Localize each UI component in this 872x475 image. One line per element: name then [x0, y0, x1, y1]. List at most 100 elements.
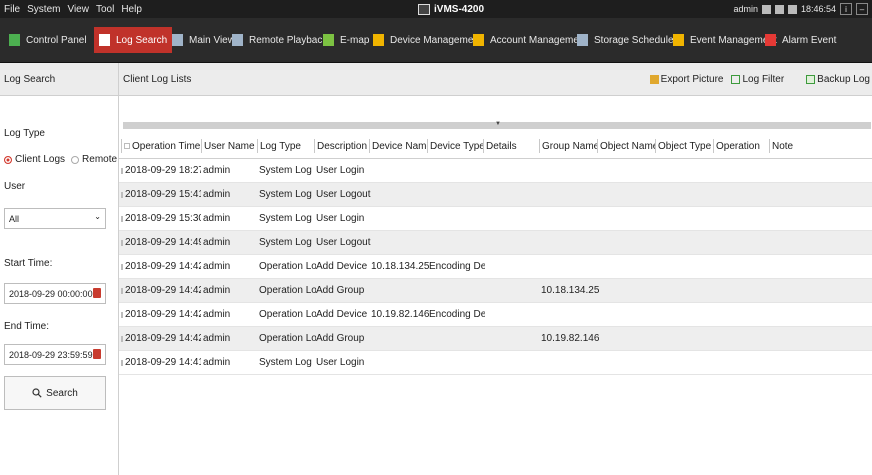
- toolbar-alarm-event[interactable]: Alarm Event: [760, 27, 841, 53]
- table-cell: 2018-09-29 14:42:59: [121, 327, 201, 350]
- table-cell-text: User Logout: [316, 237, 371, 248]
- column-header[interactable]: Device Type: [427, 139, 483, 153]
- log-filter-button[interactable]: Log Filter: [731, 74, 784, 85]
- select-all-checkbox[interactable]: [124, 143, 130, 149]
- row-checkbox[interactable]: [121, 287, 123, 294]
- calendar-icon[interactable]: [93, 288, 101, 298]
- row-checkbox[interactable]: [121, 239, 123, 246]
- row-checkbox[interactable]: [121, 167, 123, 174]
- table-header-row: Operation Time User Name Log Type Descripti…: [119, 133, 872, 159]
- collapse-arrow-icon[interactable]: ▼: [495, 121, 501, 127]
- menu-item-system[interactable]: System: [27, 4, 60, 15]
- column-header[interactable]: Description Inf...: [314, 139, 369, 153]
- start-time-value: 2018-09-29 00:00:00: [9, 288, 93, 299]
- menu-item-help[interactable]: Help: [121, 4, 142, 15]
- table-cell-text: System Log: [259, 189, 312, 200]
- table-row[interactable]: 2018-09-29 14:49:40admin System Log User L…: [119, 231, 872, 255]
- user-select[interactable]: All ⌄: [4, 208, 106, 229]
- chevron-down-icon[interactable]: ⌄: [94, 212, 101, 221]
- table-cell-text: Add Group: [316, 285, 365, 296]
- table-cell: admin: [203, 327, 259, 350]
- log-filter-icon: [731, 75, 741, 84]
- column-header-label: Device Type: [430, 140, 483, 152]
- table-cell-text: Add Device: [316, 261, 368, 272]
- start-time-field[interactable]: 2018-09-29 00:00:00: [4, 283, 106, 304]
- table-cell-text: admin: [203, 357, 231, 368]
- column-header[interactable]: Operation: [713, 139, 769, 153]
- event-management-icon: [673, 34, 684, 46]
- column-header-label: Object Type: [658, 140, 712, 152]
- remote-logs-radio[interactable]: [71, 155, 80, 164]
- table-cell-text: 2018-09-29 14:42:59: [125, 309, 201, 320]
- table-cell-text: Add Group: [316, 333, 365, 344]
- search-icon: [32, 388, 42, 398]
- table-row[interactable]: 2018-09-29 14:42:59admin Operation LogAdd…: [119, 303, 872, 327]
- table-cell-text: Operation Log: [259, 285, 316, 296]
- client-logs-radio[interactable]: [4, 155, 12, 164]
- table-cell: User Login: [316, 351, 371, 374]
- table-cell-text: 2018-09-29 14:42:59: [125, 261, 201, 272]
- info-icon[interactable]: i: [840, 3, 852, 15]
- row-checkbox[interactable]: [121, 311, 123, 318]
- menu-item-file[interactable]: File: [4, 4, 20, 15]
- table-cell: Operation Log: [259, 279, 316, 302]
- column-header[interactable]: Group Name: [539, 139, 597, 153]
- table-row[interactable]: 2018-09-29 14:42:59admin Operation LogAdd…: [119, 255, 872, 279]
- log-type-label: Log Type: [4, 128, 45, 139]
- table-row[interactable]: 2018-09-29 15:41:13admin System Log User L…: [119, 183, 872, 207]
- table-row[interactable]: 2018-09-29 14:42:59admin Operation LogAdd…: [119, 279, 872, 303]
- export-picture-button[interactable]: Export Picture: [649, 74, 723, 85]
- end-time-field[interactable]: 2018-09-29 23:59:59: [4, 344, 106, 365]
- row-checkbox[interactable]: [121, 335, 123, 342]
- toolbar-storage-schedule[interactable]: Storage Schedule: [572, 27, 679, 53]
- column-header[interactable]: Log Type: [257, 139, 314, 153]
- table-cell-text: 2018-09-29 14:41:32: [125, 357, 201, 368]
- column-header-label: Operation: [716, 140, 760, 152]
- table-cell-text: 10.18.134.253: [541, 285, 599, 296]
- table-cell-text: System Log: [259, 213, 312, 224]
- row-checkbox[interactable]: [121, 263, 123, 270]
- column-header[interactable]: Operation Time: [121, 139, 201, 153]
- column-header[interactable]: Device Name: [369, 139, 427, 153]
- toolbar-log-search[interactable]: Log Search: [94, 27, 173, 53]
- table-cell-text: admin: [203, 309, 231, 320]
- table-row[interactable]: 2018-09-29 15:30:34admin System Log User L…: [119, 207, 872, 231]
- table-row[interactable]: 2018-09-29 14:42:59admin Operation LogAdd…: [119, 327, 872, 351]
- column-header[interactable]: Object Type: [655, 139, 713, 153]
- table-cell: admin: [203, 231, 259, 254]
- row-checkbox[interactable]: [121, 359, 123, 366]
- search-button[interactable]: Search: [4, 376, 106, 410]
- column-header-label: Device Name: [372, 140, 427, 152]
- table-cell: Add Device: [316, 255, 371, 278]
- menu-item-tool[interactable]: Tool: [96, 4, 114, 15]
- start-time-label: Start Time:: [4, 258, 53, 269]
- row-checkbox[interactable]: [121, 191, 123, 198]
- row-checkbox[interactable]: [121, 215, 123, 222]
- backup-log-button[interactable]: Backup Log: [806, 74, 870, 85]
- table-cell: 2018-09-29 14:41:32: [121, 351, 201, 374]
- table-row[interactable]: 2018-09-29 14:41:32admin System Log User L…: [119, 351, 872, 375]
- column-header-label: Group Name: [542, 140, 597, 152]
- table-cell: System Log: [259, 183, 316, 206]
- minimize-icon[interactable]: –: [856, 3, 868, 15]
- table-cell-text: Operation Log: [259, 261, 316, 272]
- toolbar-e-map[interactable]: E-map: [318, 27, 374, 53]
- toolbar-control-panel[interactable]: Control Panel: [4, 27, 92, 53]
- column-header[interactable]: Details: [483, 139, 539, 153]
- calendar-icon[interactable]: [93, 349, 101, 359]
- collapse-handle[interactable]: ▼: [123, 121, 871, 129]
- calendar-icon[interactable]: [787, 4, 797, 14]
- column-header[interactable]: Object Name: [597, 139, 655, 153]
- menu-item-view[interactable]: View: [67, 4, 89, 15]
- table-cell: 2018-09-29 15:41:13: [121, 183, 201, 206]
- table-cell-text: Operation Log: [259, 309, 316, 320]
- lock-icon[interactable]: [761, 4, 771, 14]
- toolbar-remote-playback[interactable]: Remote Playback: [227, 27, 332, 53]
- column-header-label: Log Type: [260, 140, 301, 152]
- monitor-icon[interactable]: [774, 4, 784, 14]
- column-header[interactable]: Note: [769, 139, 849, 153]
- table-row[interactable]: 2018-09-29 18:27:51admin System Log User L…: [119, 159, 872, 183]
- column-header[interactable]: User Name: [201, 139, 257, 153]
- remote-playback-icon: [232, 34, 243, 46]
- client-logs-label[interactable]: Client Logs: [15, 154, 65, 165]
